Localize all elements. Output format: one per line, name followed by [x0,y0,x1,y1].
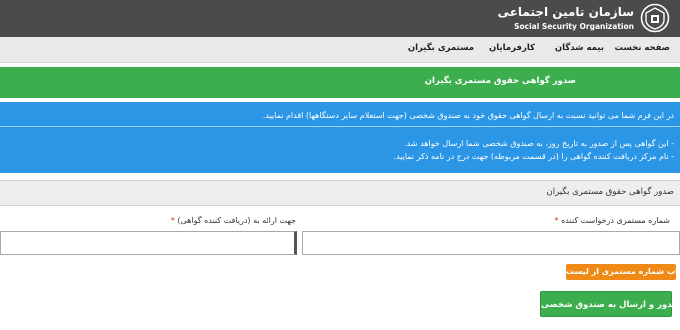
issue-and-send-label: صدور و ارسال به صندوق شخصی [541,300,680,310]
organization-logo[interactable]: سازمان تامین اجتماعی Social Security Org… [498,3,670,34]
select-pension-number-button[interactable]: انتخاب شماره مستمری از لیست [566,264,680,280]
nav-item-pensioners[interactable]: مستمری بگیران [408,43,474,53]
issue-and-send-button[interactable]: صدور و ارسال به صندوق شخصی [540,291,680,317]
main-navbar: صفحه نخست بیمه شدگان کارفرمایان مستمری ب… [0,37,680,63]
form-panel-title: صدور گواهی حقوق مستمری بگیران [546,187,674,197]
nav-item-employers[interactable]: کارفرمایان [489,43,535,53]
page-title: صدور گواهی حقوق مستمری بگیران [424,76,576,86]
info-intro-text: در این فرم شما می توانید نسبت به ارسال گ… [262,111,674,120]
organization-name-fa: سازمان تامین اجتماعی [497,5,634,19]
nav-item-home[interactable]: صفحه نخست [614,43,670,53]
required-mark: * [554,216,559,225]
required-mark: * [170,216,175,225]
info-note: - نام مرکز دریافت کننده گواهی را (در قسم… [393,152,674,161]
request-number-input[interactable] [302,231,680,255]
organization-emblem-icon [640,3,670,33]
recipient-label: جهت ارائه به (دریافت کننده گواهی) * [171,216,296,225]
info-divider [0,126,680,127]
page-title-banner: صدور گواهی حقوق مستمری بگیران [0,67,680,98]
request-number-label-text: شماره مستمری درخواست کننده [561,216,670,225]
form-panel-header: صدور گواهی حقوق مستمری بگیران [0,180,680,206]
organization-name-en: Social Security Organization [514,22,634,31]
request-number-label: شماره مستمری درخواست کننده * [555,216,670,225]
nav-item-insured[interactable]: بیمه شدگان [555,43,604,53]
recipient-label-text: جهت ارائه به (دریافت کننده گواهی) [177,216,296,225]
top-header: سازمان تامین اجتماعی Social Security Org… [0,0,680,37]
info-note: - این گواهی پس از صدور به تاریخ روز، به … [404,139,674,148]
recipient-input[interactable] [0,231,297,255]
info-alert: در این فرم شما می توانید نسبت به ارسال گ… [0,102,680,173]
